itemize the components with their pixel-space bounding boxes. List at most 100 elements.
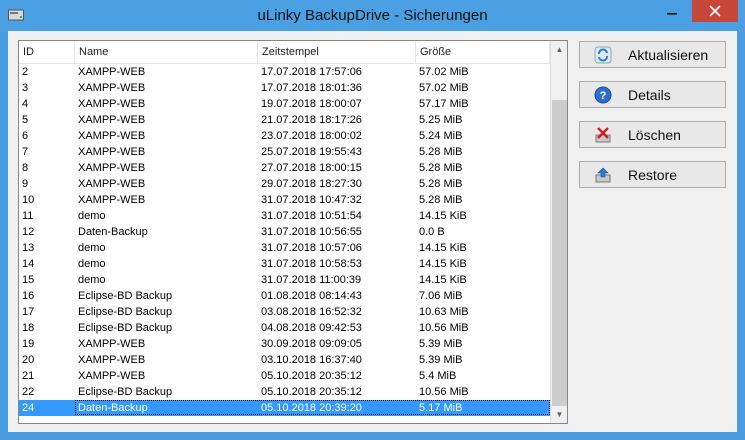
table-row[interactable]: 5 XAMPP-WEB 21.07.2018 18:17:26 5.25 MiB	[19, 112, 550, 128]
cell-size: 14.15 KiB	[419, 258, 467, 270]
table-row[interactable]: 20 XAMPP-WEB 03.10.2018 16:37:40 5.39 MiB	[19, 352, 550, 368]
cell-size: 5.39 MiB	[419, 354, 463, 366]
cell-id: 17	[22, 306, 35, 318]
cell-id: 12	[22, 226, 35, 238]
help-icon: ?	[594, 86, 612, 104]
cell-name: XAMPP-WEB	[78, 146, 146, 158]
cell-size: 7.06 MiB	[419, 290, 463, 302]
details-button-label: Details	[628, 87, 671, 103]
details-button[interactable]: ? Details	[579, 81, 726, 108]
scroll-thumb[interactable]	[552, 100, 567, 406]
cell-id: 13	[22, 242, 35, 254]
cell-id: 15	[22, 274, 35, 286]
cell-name: demo	[78, 274, 106, 286]
restore-icon	[595, 167, 611, 183]
backups-list[interactable]: ID Name Zeitstempel Größe 2 XAMPP-WEB 17.0…	[18, 40, 568, 424]
cell-name: XAMPP-WEB	[78, 370, 146, 382]
table-row[interactable]: 6 XAMPP-WEB 23.07.2018 18:00:02 5.24 MiB	[19, 128, 550, 144]
table-row[interactable]: 17 Eclipse-BD Backup 03.08.2018 16:52:32 10…	[19, 304, 550, 320]
title-bar[interactable]: uLinky BackupDrive - Sicherungen	[0, 0, 745, 32]
table-row[interactable]: 24 Daten-Backup 05.10.2018 20:39:20 5.17 Mi…	[19, 400, 550, 416]
cell-timestamp: 19.07.2018 18:00:07	[261, 98, 362, 110]
cell-name: XAMPP-WEB	[78, 82, 146, 94]
table-row[interactable]: 4 XAMPP-WEB 19.07.2018 18:00:07 57.17 MiB	[19, 96, 550, 112]
table-row[interactable]: 21 XAMPP-WEB 05.10.2018 20:35:12 5.4 MiB	[19, 368, 550, 384]
minimize-icon	[667, 13, 677, 15]
refresh-button-label: Aktualisieren	[628, 47, 709, 63]
cell-id: 10	[22, 194, 35, 206]
refresh-icon	[594, 46, 612, 64]
minimize-button[interactable]	[659, 0, 685, 22]
scroll-up-arrow-icon[interactable]: ▲	[551, 41, 567, 58]
cell-timestamp: 05.10.2018 20:35:12	[261, 386, 362, 398]
column-header-timestamp[interactable]: Zeitstempel	[258, 41, 416, 63]
table-row[interactable]: 2 XAMPP-WEB 17.07.2018 17:57:06 57.02 MiB	[19, 64, 550, 80]
cell-timestamp: 31.07.2018 10:47:32	[261, 194, 362, 206]
cell-id: 22	[22, 386, 35, 398]
column-header-name[interactable]: Name	[75, 41, 258, 63]
cell-timestamp: 30.09.2018 09:09:05	[261, 338, 362, 350]
cell-name: XAMPP-WEB	[78, 162, 146, 174]
column-header-id[interactable]: ID	[19, 41, 75, 63]
table-row[interactable]: 15 demo 31.07.2018 11:00:39 14.15 KiB	[19, 272, 550, 288]
client-area: ID Name Zeitstempel Größe 2 XAMPP-WEB 17.0…	[8, 31, 737, 432]
column-header-size[interactable]: Größe	[416, 41, 550, 63]
cell-id: 2	[22, 66, 29, 78]
cell-size: 14.15 KiB	[419, 274, 467, 286]
svg-text:?: ?	[600, 90, 607, 102]
table-row[interactable]: 13 demo 31.07.2018 10:57:06 14.15 KiB	[19, 240, 550, 256]
table-row[interactable]: 22 Eclipse-BD Backup 05.10.2018 20:35:12 10…	[19, 384, 550, 400]
refresh-button[interactable]: Aktualisieren	[579, 41, 726, 68]
cell-timestamp: 05.10.2018 20:35:12	[261, 370, 362, 382]
cell-id: 18	[22, 322, 35, 334]
cell-id: 5	[22, 114, 29, 126]
cell-id: 16	[22, 290, 35, 302]
cell-name: demo	[78, 258, 106, 270]
vertical-scrollbar[interactable]: ▲ ▼	[550, 41, 567, 423]
cell-size: 10.56 MiB	[419, 386, 469, 398]
app-window: uLinky BackupDrive - Sicherungen ID Name…	[0, 0, 745, 440]
table-row[interactable]: 9 XAMPP-WEB 29.07.2018 18:27:30 5.28 MiB	[19, 176, 550, 192]
close-button[interactable]	[692, 0, 738, 22]
cell-size: 57.02 MiB	[419, 66, 469, 78]
scroll-down-arrow-icon[interactable]: ▼	[551, 406, 567, 423]
restore-button-label: Restore	[628, 167, 678, 183]
cell-size: 10.63 MiB	[419, 306, 469, 318]
cell-name: XAMPP-WEB	[78, 338, 146, 350]
table-row[interactable]: 16 Eclipse-BD Backup 01.08.2018 08:14:43 7.…	[19, 288, 550, 304]
restore-button[interactable]: Restore	[579, 161, 726, 188]
table-row[interactable]: 3 XAMPP-WEB 17.07.2018 18:01:36 57.02 MiB	[19, 80, 550, 96]
table-row[interactable]: 19 XAMPP-WEB 30.09.2018 09:09:05 5.39 MiB	[19, 336, 550, 352]
table-row[interactable]: 14 demo 31.07.2018 10:58:53 14.15 KiB	[19, 256, 550, 272]
cell-size: 5.4 MiB	[419, 370, 457, 382]
cell-id: 20	[22, 354, 35, 366]
cell-name: Eclipse-BD Backup	[78, 290, 173, 302]
list-header: ID Name Zeitstempel Größe	[19, 41, 550, 64]
table-row[interactable]: 7 XAMPP-WEB 25.07.2018 19:55:43 5.28 MiB	[19, 144, 550, 160]
cell-size: 14.15 KiB	[419, 210, 467, 222]
table-row[interactable]: 12 Daten-Backup 31.07.2018 10:56:55 0.0 B	[19, 224, 550, 240]
cell-timestamp: 31.07.2018 10:57:06	[261, 242, 362, 254]
cell-size: 5.24 MiB	[419, 130, 463, 142]
cell-id: 7	[22, 146, 29, 158]
cell-timestamp: 31.07.2018 10:56:55	[261, 226, 362, 238]
table-row[interactable]: 18 Eclipse-BD Backup 04.08.2018 09:42:53 10…	[19, 320, 550, 336]
cell-timestamp: 25.07.2018 19:55:43	[261, 146, 362, 158]
delete-button[interactable]: Löschen	[579, 121, 726, 148]
table-row[interactable]: 10 XAMPP-WEB 31.07.2018 10:47:32 5.28 MiB	[19, 192, 550, 208]
cell-name: Eclipse-BD Backup	[78, 306, 173, 318]
cell-name: XAMPP-WEB	[78, 114, 146, 126]
table-row[interactable]: 11 demo 31.07.2018 10:51:54 14.15 KiB	[19, 208, 550, 224]
cell-name: XAMPP-WEB	[78, 194, 146, 206]
table-row[interactable]: 8 XAMPP-WEB 27.07.2018 18:00:15 5.28 MiB	[19, 160, 550, 176]
cell-name: demo	[78, 242, 106, 254]
cell-timestamp: 17.07.2018 18:01:36	[261, 82, 362, 94]
cell-id: 3	[22, 82, 29, 94]
cell-id: 6	[22, 130, 29, 142]
cell-timestamp: 05.10.2018 20:39:20	[261, 402, 362, 414]
cell-name: XAMPP-WEB	[78, 130, 146, 142]
cell-size: 5.39 MiB	[419, 338, 463, 350]
cell-size: 57.17 MiB	[419, 98, 469, 110]
cell-size: 0.0 B	[419, 226, 445, 238]
cell-size: 5.17 MiB	[419, 402, 463, 414]
